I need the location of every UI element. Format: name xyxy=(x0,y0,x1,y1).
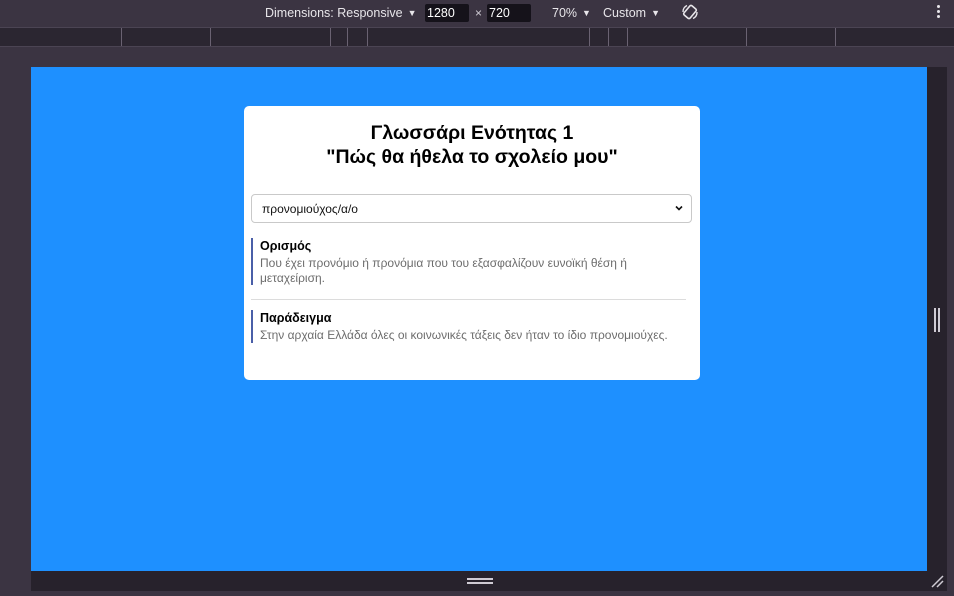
media-query-ruler[interactable] xyxy=(0,27,954,47)
caret-down-icon: ▼ xyxy=(651,8,660,18)
bottom-resize-handle[interactable] xyxy=(31,571,947,591)
device-toolbar: Dimensions: Responsive ▼ × 70% ▼ Custom … xyxy=(0,0,954,27)
right-resize-handle[interactable] xyxy=(927,67,947,571)
grip-icon xyxy=(467,578,493,584)
definition-text: Που έχει προνόμιο ή προνόμια που του εξα… xyxy=(260,256,627,285)
ruler-tick xyxy=(608,28,609,46)
corner-resize-icon[interactable] xyxy=(930,574,944,588)
throttle-dropdown[interactable]: Custom ▼ xyxy=(603,6,660,20)
divider xyxy=(251,299,686,300)
zoom-dropdown[interactable]: 70% ▼ xyxy=(552,6,591,20)
example-block: Παράδειγμα Στην αρχαία Ελλάδα όλες οι κο… xyxy=(251,310,671,343)
more-options-icon[interactable] xyxy=(936,5,942,21)
ruler-tick xyxy=(347,28,348,46)
page-viewport: Γλωσσάρι Ενότητας 1 "Πώς θα ήθελα το σχο… xyxy=(31,67,927,571)
rotate-icon[interactable] xyxy=(681,3,699,21)
width-input[interactable] xyxy=(425,4,469,22)
caret-down-icon: ▼ xyxy=(582,8,591,18)
ruler-tick xyxy=(210,28,211,46)
throttle-label: Custom xyxy=(603,6,647,20)
ruler-tick xyxy=(627,28,628,46)
ruler-tick xyxy=(835,28,836,46)
page-title: Γλωσσάρι Ενότητας 1 "Πώς θα ήθελα το σχο… xyxy=(244,121,700,169)
caret-down-icon: ▼ xyxy=(407,8,417,18)
times-separator: × xyxy=(475,6,483,20)
ruler-tick xyxy=(589,28,590,46)
definition-heading: Ορισμός xyxy=(260,239,312,253)
ruler-tick xyxy=(121,28,122,46)
ruler-tick xyxy=(330,28,331,46)
example-heading: Παράδειγμα xyxy=(260,311,332,325)
example-text: Στην αρχαία Ελλάδα όλες οι κοινωνικές τά… xyxy=(260,328,668,342)
dimensions-dropdown[interactable]: Dimensions: Responsive ▼ xyxy=(265,6,416,20)
title-line-2: "Πώς θα ήθελα το σχολείο μου" xyxy=(326,146,618,168)
dimensions-label: Dimensions: Responsive xyxy=(265,6,403,20)
chevron-down-icon xyxy=(675,205,683,211)
ruler-tick xyxy=(746,28,747,46)
ruler-tick xyxy=(367,28,368,46)
glossary-card: Γλωσσάρι Ενότητας 1 "Πώς θα ήθελα το σχο… xyxy=(244,106,700,380)
definition-block: Ορισμός Που έχει προνόμιο ή προνόμια που… xyxy=(251,238,671,285)
term-select-value: προνομιούχος/α/ο xyxy=(262,201,358,216)
term-select[interactable]: προνομιούχος/α/ο xyxy=(251,194,692,223)
grip-icon xyxy=(934,308,940,332)
title-line-1: Γλωσσάρι Ενότητας 1 xyxy=(370,122,574,144)
height-input[interactable] xyxy=(487,4,531,22)
zoom-label: 70% xyxy=(552,6,578,20)
